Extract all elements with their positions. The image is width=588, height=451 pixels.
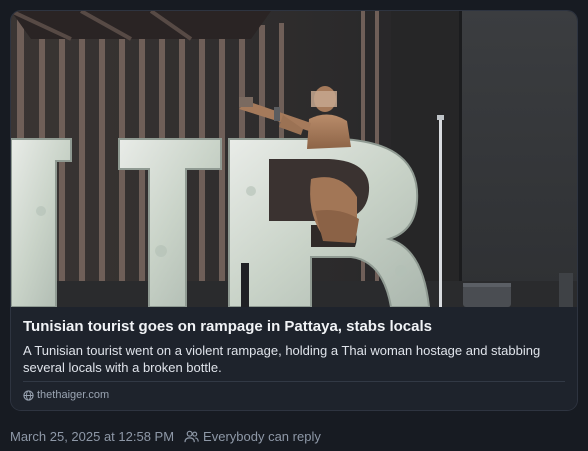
globe-icon [23,389,34,401]
post-timestamp[interactable]: March 25, 2025 at 12:58 PM [10,429,174,444]
link-preview-title[interactable]: Tunisian tourist goes on rampage in Patt… [23,318,563,336]
link-preview-source[interactable]: thethaiger.com [23,387,109,403]
people-icon [184,430,199,442]
post-thread-item: Tunisian tourist goes on rampage in Patt… [0,0,588,451]
link-preview-text: Tunisian tourist goes on rampage in Patt… [11,307,577,410]
link-preview-description: A Tunisian tourist went on a violent ram… [23,343,541,375]
link-preview-card[interactable]: Tunisian tourist goes on rampage in Patt… [10,10,578,411]
link-preview-divider [23,381,565,382]
link-preview-image[interactable] [11,11,577,307]
reply-setting-label: Everybody can reply [203,428,321,444]
reply-setting[interactable]: Everybody can reply [184,429,321,444]
post-meta: March 25, 2025 at 12:58 PM Everybody can… [10,427,321,445]
link-preview-domain: thethaiger.com [37,389,110,401]
